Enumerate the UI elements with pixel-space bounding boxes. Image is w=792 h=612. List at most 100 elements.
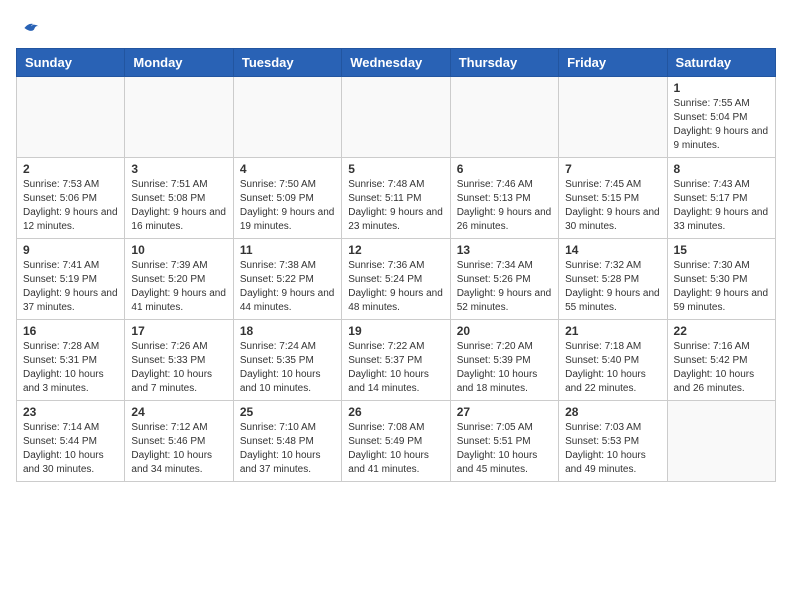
day-number: 10 [131,243,226,257]
day-number: 12 [348,243,443,257]
calendar-day-cell: 27Sunrise: 7:05 AMSunset: 5:51 PMDayligh… [450,401,558,482]
calendar-day-cell [450,77,558,158]
day-info: Sunrise: 7:14 AMSunset: 5:44 PMDaylight:… [23,421,118,477]
calendar-day-cell: 3 Sunrise: 7:51 AMSunset: 5:08 PMDaylight… [125,158,233,239]
day-info: Sunrise: 7:34 AMSunset: 5:26 PMDaylight:… [457,259,552,315]
calendar-day-cell: 4 Sunrise: 7:50 AMSunset: 5:09 PMDaylight… [233,158,341,239]
calendar-day-cell: 15Sunrise: 7:30 AMSunset: 5:30 PMDayligh… [667,239,775,320]
calendar-day-cell: 22Sunrise: 7:16 AMSunset: 5:42 PMDayligh… [667,320,775,401]
calendar-header-monday: Monday [125,49,233,77]
calendar-header-sunday: Sunday [17,49,125,77]
calendar-day-cell: 5 Sunrise: 7:48 AMSunset: 5:11 PMDaylight… [342,158,450,239]
calendar-day-cell: 18 Sunrise: 7:24 AMSunset: 5:35 PMDayligh… [233,320,341,401]
day-info: Sunrise: 7:38 AMSunset: 5:22 PMDaylight:… [240,259,335,315]
calendar-table: SundayMondayTuesdayWednesdayThursdayFrid… [16,48,776,482]
calendar-day-cell: 1 Sunrise: 7:55 AMSunset: 5:04 PMDaylight… [667,77,775,158]
day-info: Sunrise: 7:24 AMSunset: 5:35 PMDaylight:… [240,340,335,396]
calendar-day-cell: 8 Sunrise: 7:43 AMSunset: 5:17 PMDaylight… [667,158,775,239]
calendar-day-cell: 25 Sunrise: 7:10 AMSunset: 5:48 PMDayligh… [233,401,341,482]
day-info: Sunrise: 7:41 AMSunset: 5:19 PMDaylight:… [23,259,118,315]
day-info: Sunrise: 7:12 AMSunset: 5:46 PMDaylight:… [131,421,226,477]
day-info: Sunrise: 7:10 AMSunset: 5:48 PMDaylight:… [240,421,335,477]
calendar-day-cell [125,77,233,158]
day-info: Sunrise: 7:55 AMSunset: 5:04 PMDaylight:… [674,97,769,153]
calendar-header-friday: Friday [559,49,667,77]
day-number: 17 [131,324,226,338]
calendar-week-row: 1 Sunrise: 7:55 AMSunset: 5:04 PMDaylight… [17,77,776,158]
day-number: 9 [23,243,118,257]
day-number: 20 [457,324,552,338]
day-info: Sunrise: 7:03 AMSunset: 5:53 PMDaylight:… [565,421,660,477]
calendar-header-thursday: Thursday [450,49,558,77]
calendar-week-row: 9 Sunrise: 7:41 AMSunset: 5:19 PMDaylight… [17,239,776,320]
header [16,16,776,36]
day-number: 25 [240,405,335,419]
day-info: Sunrise: 7:22 AMSunset: 5:37 PMDaylight:… [348,340,443,396]
calendar-day-cell: 21 Sunrise: 7:18 AMSunset: 5:40 PMDayligh… [559,320,667,401]
day-number: 18 [240,324,335,338]
day-info: Sunrise: 7:43 AMSunset: 5:17 PMDaylight:… [674,178,769,234]
calendar-day-cell: 10Sunrise: 7:39 AMSunset: 5:20 PMDayligh… [125,239,233,320]
day-number: 28 [565,405,660,419]
calendar-day-cell [342,77,450,158]
calendar-day-cell: 9 Sunrise: 7:41 AMSunset: 5:19 PMDaylight… [17,239,125,320]
calendar-day-cell [559,77,667,158]
calendar-day-cell: 20 Sunrise: 7:20 AMSunset: 5:39 PMDayligh… [450,320,558,401]
calendar-header-wednesday: Wednesday [342,49,450,77]
calendar-day-cell: 2 Sunrise: 7:53 AMSunset: 5:06 PMDaylight… [17,158,125,239]
day-number: 19 [348,324,443,338]
calendar-day-cell: 11 Sunrise: 7:38 AMSunset: 5:22 PMDayligh… [233,239,341,320]
calendar-week-row: 23 Sunrise: 7:14 AMSunset: 5:44 PMDayligh… [17,401,776,482]
calendar-week-row: 16 Sunrise: 7:28 AMSunset: 5:31 PMDayligh… [17,320,776,401]
day-info: Sunrise: 7:46 AMSunset: 5:13 PMDaylight:… [457,178,552,234]
calendar-day-cell: 17Sunrise: 7:26 AMSunset: 5:33 PMDayligh… [125,320,233,401]
day-info: Sunrise: 7:51 AMSunset: 5:08 PMDaylight:… [131,178,226,234]
day-info: Sunrise: 7:18 AMSunset: 5:40 PMDaylight:… [565,340,660,396]
logo [16,16,42,36]
day-info: Sunrise: 7:50 AMSunset: 5:09 PMDaylight:… [240,178,335,234]
day-number: 26 [348,405,443,419]
day-number: 16 [23,324,118,338]
day-number: 5 [348,162,443,176]
day-number: 14 [565,243,660,257]
day-info: Sunrise: 7:30 AMSunset: 5:30 PMDaylight:… [674,259,769,315]
calendar-day-cell [17,77,125,158]
day-number: 8 [674,162,769,176]
day-number: 13 [457,243,552,257]
day-info: Sunrise: 7:28 AMSunset: 5:31 PMDaylight:… [23,340,118,396]
calendar-header-row: SundayMondayTuesdayWednesdayThursdayFrid… [17,49,776,77]
day-number: 2 [23,162,118,176]
day-info: Sunrise: 7:45 AMSunset: 5:15 PMDaylight:… [565,178,660,234]
day-number: 23 [23,405,118,419]
day-info: Sunrise: 7:32 AMSunset: 5:28 PMDaylight:… [565,259,660,315]
calendar-day-cell: 6 Sunrise: 7:46 AMSunset: 5:13 PMDaylight… [450,158,558,239]
calendar-day-cell: 28 Sunrise: 7:03 AMSunset: 5:53 PMDayligh… [559,401,667,482]
calendar-day-cell: 19 Sunrise: 7:22 AMSunset: 5:37 PMDayligh… [342,320,450,401]
day-number: 1 [674,81,769,95]
day-number: 24 [131,405,226,419]
calendar-day-cell: 23 Sunrise: 7:14 AMSunset: 5:44 PMDayligh… [17,401,125,482]
calendar-day-cell: 26 Sunrise: 7:08 AMSunset: 5:49 PMDayligh… [342,401,450,482]
calendar-day-cell: 13 Sunrise: 7:34 AMSunset: 5:26 PMDayligh… [450,239,558,320]
calendar-day-cell: 24 Sunrise: 7:12 AMSunset: 5:46 PMDayligh… [125,401,233,482]
day-number: 22 [674,324,769,338]
calendar-header-saturday: Saturday [667,49,775,77]
day-number: 3 [131,162,226,176]
day-info: Sunrise: 7:48 AMSunset: 5:11 PMDaylight:… [348,178,443,234]
day-info: Sunrise: 7:05 AMSunset: 5:51 PMDaylight:… [457,421,552,477]
day-info: Sunrise: 7:20 AMSunset: 5:39 PMDaylight:… [457,340,552,396]
day-info: Sunrise: 7:36 AMSunset: 5:24 PMDaylight:… [348,259,443,315]
calendar-day-cell [233,77,341,158]
day-number: 6 [457,162,552,176]
calendar-header-tuesday: Tuesday [233,49,341,77]
calendar-day-cell [667,401,775,482]
calendar-day-cell: 12 Sunrise: 7:36 AMSunset: 5:24 PMDayligh… [342,239,450,320]
logo-bird-icon [18,16,42,40]
day-number: 7 [565,162,660,176]
day-number: 21 [565,324,660,338]
day-number: 11 [240,243,335,257]
calendar-day-cell: 7 Sunrise: 7:45 AMSunset: 5:15 PMDaylight… [559,158,667,239]
day-info: Sunrise: 7:08 AMSunset: 5:49 PMDaylight:… [348,421,443,477]
day-number: 4 [240,162,335,176]
day-info: Sunrise: 7:53 AMSunset: 5:06 PMDaylight:… [23,178,118,234]
